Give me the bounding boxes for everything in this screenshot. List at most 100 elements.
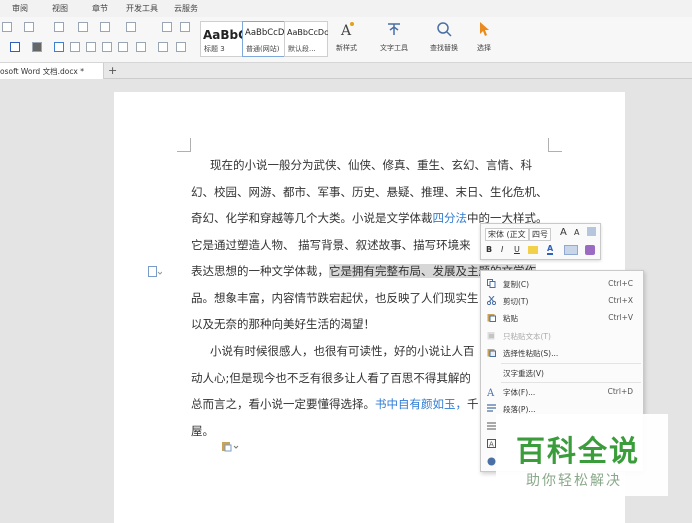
style-caption: 普通(网站)	[246, 45, 280, 53]
menu-item-paste[interactable]: 粘贴 Ctrl+V	[481, 309, 643, 326]
link-book-quote[interactable]: 书中自有颜如玉，	[375, 397, 467, 411]
shrink-font-button[interactable]: A	[574, 228, 579, 237]
font-color-icon[interactable]	[10, 42, 20, 52]
text-box-icon[interactable]: A	[487, 439, 496, 448]
menu-review[interactable]: 审阅	[12, 3, 28, 14]
watermark-title: 百科全说	[516, 434, 641, 468]
font-size-select[interactable]: 四号	[529, 228, 551, 241]
text-span: 奇幻、化学和穿越等几个大类。小说是文学体裁	[191, 211, 433, 225]
document-tab[interactable]: osoft Word 文档.docx *	[0, 63, 104, 79]
style-preview: AaBbCcD	[245, 28, 285, 38]
paste-options-icon[interactable]	[221, 440, 239, 452]
align-button[interactable]	[564, 245, 578, 255]
text-line: 幻、校园、网游、都市、军事、历史、悬疑、推理、末日、生化危机、	[191, 184, 548, 199]
watermark-subtitle: 助你轻松解决	[526, 473, 622, 489]
font-select[interactable]: 宋体 (正文	[485, 228, 529, 241]
menu-item-label: 选择性粘贴(S)...	[503, 349, 559, 358]
clear-format-icon[interactable]	[587, 227, 596, 236]
numbered-list-icon[interactable]	[78, 22, 88, 32]
menu-item-label: 剪切(T)	[503, 297, 529, 306]
svg-text:A: A	[489, 441, 494, 449]
text-line: 小说有时候很感人，也很有可读性，好的小说让人百	[210, 344, 475, 358]
text-line: 现在的小说一般分为武侠、仙侠、修真、重生、玄幻、言情、科	[210, 158, 532, 172]
text-tools-label: 文字工具	[380, 44, 408, 52]
new-style-button[interactable]: A 新样式	[336, 21, 357, 53]
menu-item-label: 粘贴	[503, 314, 518, 323]
style-preview: AaBbC	[203, 28, 247, 42]
menu-item-reselect-chars[interactable]: 汉字重选(V)	[481, 364, 643, 381]
justify-icon[interactable]	[102, 42, 112, 52]
char-shading-icon[interactable]	[32, 42, 42, 52]
font-color-button[interactable]: A	[547, 244, 554, 255]
text-line: 动人心;但是现今也不乏有很多让人看了百思不得其解的	[191, 370, 471, 385]
sort-icon[interactable]	[162, 22, 172, 32]
menu-item-label: 字体(F)...	[503, 388, 536, 397]
menu-item-paste-special[interactable]: 选择性粘贴(S)...	[481, 344, 643, 361]
find-replace-button[interactable]: 查找替换	[430, 21, 458, 53]
distribute-icon[interactable]	[118, 42, 128, 52]
cursor-icon	[480, 22, 489, 36]
link-four-division[interactable]: 四分法	[433, 211, 468, 225]
menu-cloud[interactable]: 云服务	[174, 3, 198, 14]
style-preview: AaBbCcDc	[287, 28, 329, 37]
menu-item-label: 只粘贴文本(T)	[503, 332, 551, 341]
svg-text:A: A	[487, 388, 495, 396]
style-default-paragraph[interactable]: AaBbCcDc 默认段...	[284, 21, 328, 57]
text-tools-button[interactable]: 文字工具	[380, 21, 408, 53]
svg-text:A: A	[340, 23, 352, 37]
menu-item-shortcut: Ctrl+V	[608, 313, 633, 322]
paste-icon	[487, 314, 496, 322]
menu-item-paste-text-only[interactable]: 只粘贴文本(T)	[481, 327, 643, 344]
menu-view[interactable]: 视图	[52, 3, 68, 14]
line-spacing-icon[interactable]	[136, 42, 146, 52]
margin-corner-top-left	[177, 138, 191, 152]
text-span: 千	[467, 397, 479, 411]
grow-font-button[interactable]: A	[560, 227, 567, 238]
text-span: 总而言之，看小说一定要懂得选择。	[191, 397, 375, 411]
menu-item-shortcut: Ctrl+X	[608, 296, 633, 305]
menu-item-label: 汉字重选(V)	[503, 369, 544, 378]
watermark: 百科全说 助你轻松解决	[496, 414, 668, 496]
shading-icon[interactable]	[158, 42, 168, 52]
align-center-icon[interactable]	[70, 42, 80, 52]
translate-icon[interactable]	[487, 457, 496, 466]
find-replace-label: 查找替换	[430, 44, 458, 52]
menu-item-cut[interactable]: 剪切(T) Ctrl+X	[481, 292, 643, 309]
underline-button[interactable]: U	[514, 245, 520, 254]
text-tools-icon	[388, 23, 400, 35]
menu-section[interactable]: 章节	[92, 3, 108, 14]
align-right-icon[interactable]	[86, 42, 96, 52]
outdent-icon[interactable]	[100, 22, 110, 32]
cut-icon	[487, 296, 496, 305]
paragraph-2: 小说有时候很感人，也很有可读性，好的小说让人百 动人心;但是现今也不乏有很多让人…	[191, 338, 479, 444]
paragraph-layout-icon[interactable]	[148, 266, 162, 278]
menu-developer[interactable]: 开发工具	[126, 3, 158, 14]
highlight-icon[interactable]	[2, 22, 12, 32]
new-style-icon: A	[340, 22, 354, 37]
border-icon[interactable]	[176, 42, 186, 52]
style-normal-web[interactable]: AaBbCcD 普通(网站)	[242, 21, 286, 57]
italic-button[interactable]: I	[501, 245, 503, 254]
new-tab-button[interactable]: +	[108, 64, 117, 77]
menu-item-copy[interactable]: 复制(C) Ctrl+C	[481, 275, 643, 292]
menu-bar: 审阅 视图 章节 开发工具 云服务	[0, 0, 692, 17]
bullet-list-icon[interactable]	[54, 22, 64, 32]
change-case-icon[interactable]	[126, 22, 136, 32]
format-painter-icon[interactable]	[585, 245, 595, 255]
bold-button[interactable]: B	[486, 245, 492, 254]
font-icon: A	[487, 388, 495, 396]
menu-item-label: 复制(C)	[503, 280, 530, 289]
find-replace-icon	[437, 22, 452, 37]
show-marks-icon[interactable]	[180, 22, 190, 32]
margin-corner-top-right	[548, 138, 562, 152]
clear-format-icon[interactable]	[24, 22, 34, 32]
document-tab-title: osoft Word 文档.docx *	[0, 67, 85, 76]
menu-item-font[interactable]: A 字体(F)... Ctrl+D	[481, 383, 643, 400]
select-button[interactable]: 选择	[476, 21, 492, 53]
menu-item-shortcut: Ctrl+D	[607, 387, 633, 396]
style-heading3[interactable]: AaBbC 标题 3	[200, 21, 247, 57]
list-icon[interactable]	[487, 422, 496, 431]
text-span: 表达思想的一种文学体裁，	[191, 264, 329, 278]
highlight-color-icon[interactable]	[528, 246, 538, 254]
align-left-icon[interactable]	[54, 42, 64, 52]
